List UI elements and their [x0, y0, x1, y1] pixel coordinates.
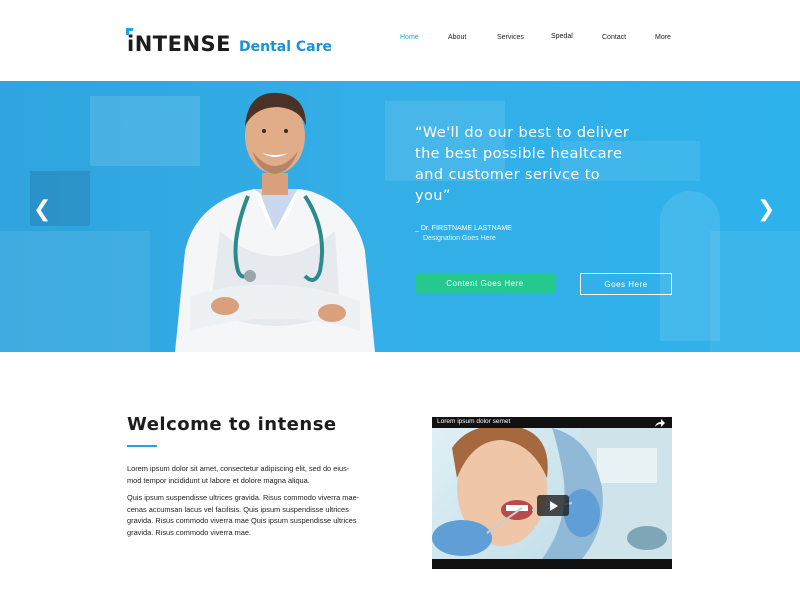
share-icon[interactable] — [654, 418, 666, 428]
video-control-bar — [432, 559, 672, 569]
welcome-heading: Welcome to intense — [127, 414, 337, 435]
video-player[interactable]: Lorem ipsum dolor semet — [432, 417, 672, 569]
paragraph-line: Lorem ipsum dolor sit amet, consectetur … — [127, 464, 350, 473]
welcome-paragraph-2: Quis ipsum suspendisse ultrices gravida.… — [127, 492, 382, 538]
nav-item-home[interactable]: Home — [400, 34, 419, 41]
hero-quote: “We'll do our best to deliver the best p… — [415, 123, 655, 207]
hero-quote-line: and customer serivce to — [415, 167, 601, 183]
clinic-background-image — [0, 81, 800, 352]
video-title-bar: Lorem ipsum dolor semet — [432, 417, 672, 428]
nav-item-services[interactable]: Services — [497, 34, 524, 41]
slider-next-arrow-icon[interactable]: ❯ — [757, 199, 775, 221]
nav-item-special[interactable]: Spedal — [551, 33, 573, 40]
hero-quote-line: “We'll do our best to deliver — [415, 125, 630, 141]
heading-underline — [127, 445, 157, 447]
quote-author-designation: Designation Goes Here — [423, 235, 496, 242]
paragraph-line: cenas accumsan lacus vel facilisis. Quis… — [127, 504, 349, 514]
paragraph-line: gravida. Risus commodo viverra mae Quis … — [127, 516, 357, 525]
paragraph-line: gravida. Risus commodo viverra mae. — [127, 527, 252, 537]
hero-quote-line: the best possible healtcare — [415, 146, 623, 162]
hero-primary-button[interactable]: Content Goes Here — [415, 273, 555, 294]
nav-item-more[interactable]: More — [655, 34, 671, 41]
paragraph-line: mod tempor incididunt ut labore et dolor… — [127, 475, 310, 485]
hero-secondary-button[interactable]: Goes Here — [580, 273, 672, 295]
slider-prev-arrow-icon[interactable]: ❮ — [33, 199, 51, 221]
hero-quote-line: you” — [415, 188, 451, 204]
paragraph-line: Quis ipsum suspendisse ultrices gravida.… — [127, 493, 360, 502]
nav-item-about[interactable]: About — [448, 34, 466, 41]
site-header: iNTENSE Dental Care Home About Services … — [0, 0, 800, 81]
video-title: Lorem ipsum dolor semet — [437, 418, 511, 425]
quote-author-name: _ Dr. FIRSTNAME LASTNAME — [415, 225, 512, 232]
nav-item-contact[interactable]: Contact — [602, 34, 626, 41]
welcome-paragraph-1: Lorem ipsum dolor sit amet, consectetur … — [127, 463, 382, 486]
main-nav: Home About Services Spedal Contact More — [0, 33, 800, 48]
doctor-photo — [175, 92, 375, 352]
dental-patient-image — [432, 428, 672, 559]
play-icon[interactable] — [537, 495, 569, 516]
hero-banner: ❮ ❯ “We'll do our best to deliver the be… — [0, 81, 800, 352]
video-thumbnail[interactable] — [432, 428, 672, 559]
